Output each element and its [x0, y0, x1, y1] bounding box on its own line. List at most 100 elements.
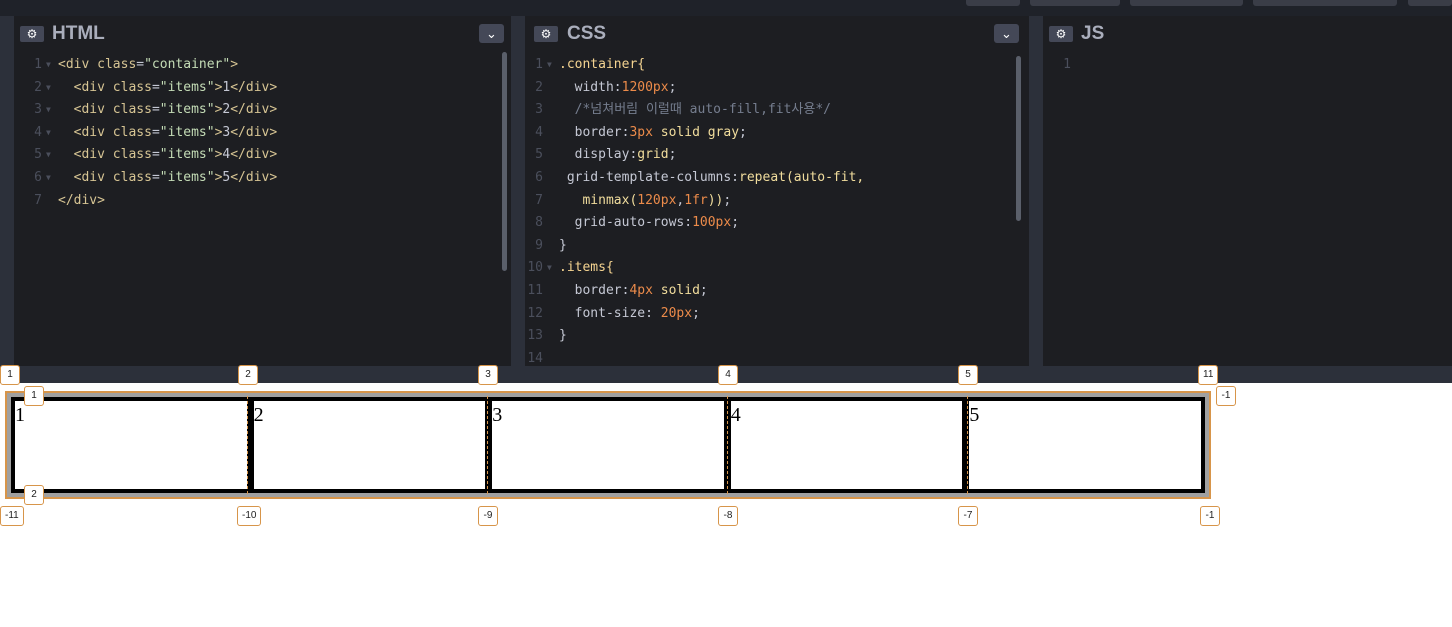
grid-item: 3	[488, 397, 728, 493]
css-pane-header: ⚙ CSS ⌄	[525, 16, 1029, 52]
scrollbar[interactable]	[1016, 56, 1021, 221]
grid-line	[727, 396, 728, 494]
code-line[interactable]: 7 minmax(120px,1fr));	[515, 190, 1029, 213]
css-code-editor[interactable]: 1 ▼ .container{2 width:1200px; 3 /*넘쳐버림 이럴때…	[515, 54, 1029, 370]
code-token: "container"	[144, 57, 231, 72]
code-text: <div class="items">1</div>	[58, 77, 278, 100]
top-button[interactable]	[1408, 0, 1452, 6]
code-line[interactable]: 13}	[515, 325, 1029, 348]
chevron-down-icon[interactable]: ⌄	[994, 24, 1019, 43]
code-token: <div	[58, 57, 98, 72]
pane-resizer[interactable]	[0, 16, 14, 366]
js-code-editor[interactable]: 1	[1043, 54, 1452, 77]
top-button[interactable]	[1030, 0, 1120, 6]
line-number: 6	[535, 169, 543, 185]
fold-arrow-icon[interactable]: ▼	[46, 144, 51, 167]
code-text: <div class="items">3</div>	[58, 122, 278, 145]
code-token: 3px	[629, 124, 653, 140]
code-line[interactable]: 4 ▼ <div class="items">3</div>	[14, 122, 511, 145]
code-text: </div>	[58, 190, 105, 213]
gear-icon[interactable]: ⚙	[534, 26, 558, 42]
code-token: .items{	[559, 260, 614, 276]
code-text: <div class="items">4</div>	[58, 144, 278, 167]
code-line[interactable]: 7 </div>	[14, 190, 511, 213]
fold-arrow-icon[interactable]: ▼	[46, 167, 51, 190]
grid-line-badge: 11	[1198, 365, 1219, 385]
row-line-badge: 2	[24, 485, 44, 505]
fold-arrow-icon[interactable]: ▼	[547, 54, 552, 77]
code-token: grid	[637, 147, 669, 163]
code-line[interactable]: 8 grid-auto-rows:100px;	[515, 212, 1029, 235]
code-token: <div	[73, 79, 113, 95]
code-line[interactable]: 1 ▼ <div class="container">	[14, 54, 511, 77]
code-line[interactable]: 1	[1043, 54, 1452, 77]
line-number: 11	[527, 282, 543, 298]
code-token: 4px	[629, 282, 653, 298]
grid-line-badge: 5	[958, 365, 978, 385]
code-token: solid	[652, 282, 700, 298]
code-token: 120px	[637, 192, 677, 208]
line-number: 4	[535, 124, 543, 140]
line-number: 7	[535, 192, 543, 208]
code-text: grid-auto-rows:100px;	[559, 212, 739, 235]
code-line[interactable]: 5 display:grid;	[515, 144, 1029, 167]
code-line[interactable]: 3 ▼ <div class="items">2</div>	[14, 99, 511, 122]
code-text: }	[559, 235, 567, 258]
code-token: .container{	[559, 57, 646, 72]
code-line[interactable]: 11 border:4px solid;	[515, 280, 1029, 303]
top-button[interactable]	[1130, 0, 1243, 6]
code-line[interactable]: 3 /*넘쳐버림 이럴때 auto-fill,fit사용*/	[515, 99, 1029, 122]
code-line[interactable]: 2 ▼ <div class="items">1</div>	[14, 77, 511, 100]
scrollbar[interactable]	[502, 52, 507, 271]
fold-arrow-icon[interactable]: ▼	[46, 77, 51, 100]
code-text: minmax(120px,1fr));	[559, 190, 731, 213]
code-token: ;	[723, 192, 732, 208]
code-token: ))	[707, 192, 724, 208]
code-text: }	[559, 325, 567, 348]
editor-area: ⚙ HTML ⌄ 1 ▼ <div class="container"> 2 ▼ <di…	[0, 16, 1452, 366]
code-line[interactable]: 2 width:1200px;	[515, 77, 1029, 100]
line-number: 3	[535, 102, 543, 118]
code-token: =	[151, 124, 160, 140]
pane-resizer[interactable]	[1029, 16, 1043, 366]
fold-arrow-icon[interactable]: ▼	[46, 99, 51, 122]
code-line[interactable]: 1 ▼ .container{	[515, 54, 1029, 77]
top-button[interactable]	[1253, 0, 1397, 6]
pane-title-css: CSS	[567, 23, 607, 44]
gear-icon[interactable]: ⚙	[20, 26, 44, 42]
code-text: .items{	[559, 257, 614, 280]
fold-arrow-icon[interactable]: ▼	[46, 54, 51, 77]
code-token: </div>	[230, 79, 278, 95]
code-line[interactable]: 12 font-size: 20px;	[515, 303, 1029, 326]
code-token: ;	[699, 282, 708, 298]
code-token: width:	[559, 79, 622, 95]
code-line[interactable]: 10 ▼ .items{	[515, 257, 1029, 280]
code-token: "items"	[159, 79, 215, 95]
code-token: }	[559, 237, 567, 253]
gear-icon[interactable]: ⚙	[1049, 26, 1073, 42]
code-token: class	[112, 169, 152, 185]
code-line[interactable]: 9}	[515, 235, 1029, 258]
code-line[interactable]: 6 grid-template-columns:repeat(auto-fit,	[515, 167, 1029, 190]
code-token: </div>	[58, 192, 105, 208]
html-code-editor[interactable]: 1 ▼ <div class="container"> 2 ▼ <div class="…	[14, 54, 511, 212]
line-number: 8	[535, 215, 543, 231]
top-button[interactable]	[966, 0, 1020, 6]
fold-arrow-icon[interactable]: ▼	[46, 122, 51, 145]
code-line[interactable]: 6 ▼ <div class="items">5</div>	[14, 167, 511, 190]
line-number: 10	[527, 260, 543, 276]
chevron-down-icon[interactable]: ⌄	[479, 24, 504, 43]
line-number: 13	[527, 328, 543, 344]
fold-arrow-icon[interactable]: ▼	[547, 257, 552, 280]
grid-line-badge: -9	[478, 506, 498, 526]
code-line[interactable]: 5 ▼ <div class="items">4</div>	[14, 144, 511, 167]
code-token: =	[151, 169, 160, 185]
code-text: border:4px solid;	[559, 280, 708, 303]
line-number: 2	[535, 79, 543, 95]
code-token: /*넘쳐버림 이럴때 auto-fill,fit사용*/	[559, 102, 831, 118]
js-pane: ⚙ JS 1	[1043, 16, 1452, 366]
grid-line-badge: 1	[0, 365, 20, 385]
code-line[interactable]: 4 border:3px solid gray;	[515, 122, 1029, 145]
